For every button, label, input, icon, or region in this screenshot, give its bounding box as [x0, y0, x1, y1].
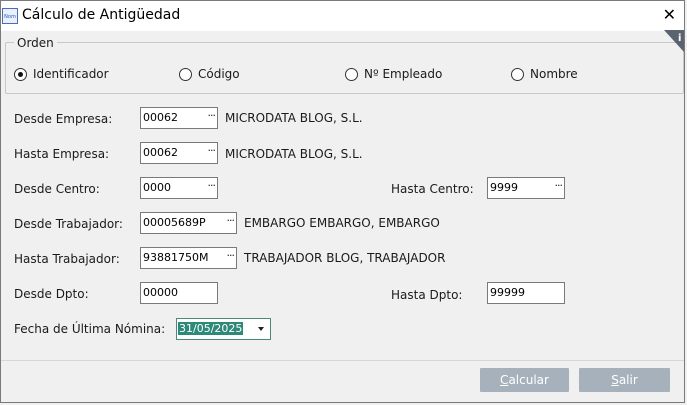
hasta-empresa-value: 00062 [143, 146, 178, 159]
chevron-down-icon[interactable] [258, 327, 264, 331]
desde-trabajador-field[interactable]: 00005689P ··· [140, 212, 237, 234]
orden-group: Orden i Identificador Código Nº Empleado… [5, 30, 684, 94]
radio-nombre-circle[interactable] [511, 67, 524, 81]
title-bar: Nom Cálculo de Antigüedad ✕ [1, 1, 684, 31]
salir-accelerator: S [611, 373, 619, 387]
hasta-trabajador-label: Hasta Trabajador: [14, 252, 120, 266]
desde-centro-label: Desde Centro: [14, 182, 100, 196]
footer-separator [1, 360, 684, 361]
window-title: Cálculo de Antigüedad [22, 7, 181, 23]
dialog-window: Nom Cálculo de Antigüedad ✕ Orden i Iden… [0, 0, 685, 403]
radio-codigo-label: Código [198, 67, 240, 81]
desde-trabajador-label: Desde Trabajador: [14, 217, 123, 231]
svg-text:i: i [678, 33, 681, 44]
desde-empresa-lookup-button[interactable]: ··· [208, 109, 216, 122]
radio-identificador[interactable]: Identificador [14, 67, 109, 81]
hasta-empresa-lookup-button[interactable]: ··· [208, 144, 216, 157]
hasta-centro-value: 9999 [490, 181, 518, 194]
hasta-empresa-field[interactable]: 00062 ··· [140, 142, 218, 164]
fecha-label: Fecha de Última Nómina: [14, 322, 166, 336]
hasta-empresa-label: Hasta Empresa: [14, 147, 110, 161]
salir-button[interactable]: Salir [579, 368, 670, 392]
desde-dpto-field[interactable]: 00000 [140, 282, 218, 304]
desde-trabajador-value: 00005689P [143, 216, 206, 229]
hasta-trabajador-field[interactable]: 93881750M ··· [140, 247, 237, 269]
radio-nombre-label: Nombre [530, 67, 578, 81]
desde-dpto-label: Desde Dpto: [14, 287, 89, 301]
radio-numero-empleado[interactable]: Nº Empleado [345, 67, 442, 81]
fecha-value: 31/05/2025 [178, 322, 244, 335]
fecha-date-picker[interactable]: 31/05/2025 [176, 318, 271, 340]
orden-legend: Orden [14, 36, 57, 50]
hasta-dpto-value: 99999 [490, 286, 525, 299]
desde-centro-field[interactable]: 0000 ··· [140, 177, 218, 199]
hasta-dpto-field[interactable]: 99999 [487, 282, 565, 304]
desde-dpto-value: 00000 [143, 286, 178, 299]
hasta-centro-label: Hasta Centro: [391, 182, 474, 196]
hasta-centro-field[interactable]: 9999 ··· [487, 177, 565, 199]
salir-label: alir [618, 373, 638, 387]
desde-empresa-label: Desde Empresa: [14, 112, 113, 126]
radio-identificador-label: Identificador [33, 67, 109, 81]
desde-empresa-desc: MICRODATA BLOG, S.L. [225, 111, 363, 125]
desde-empresa-value: 00062 [143, 111, 178, 124]
radio-nombre[interactable]: Nombre [511, 67, 578, 81]
info-icon[interactable]: i [664, 30, 684, 52]
desde-trabajador-lookup-button[interactable]: ··· [227, 214, 235, 227]
hasta-empresa-desc: MICRODATA BLOG, S.L. [225, 147, 363, 161]
desde-trabajador-desc: EMBARGO EMBARGO, EMBARGO [244, 216, 440, 230]
desde-centro-lookup-button[interactable]: ··· [208, 179, 216, 192]
calcular-button[interactable]: Calcular [480, 368, 569, 392]
radio-numero-empleado-circle[interactable] [345, 67, 358, 81]
desde-centro-value: 0000 [143, 181, 171, 194]
radio-codigo-circle[interactable] [179, 67, 192, 81]
hasta-trabajador-desc: TRABAJADOR BLOG, TRABAJADOR [244, 251, 446, 265]
hasta-dpto-label: Hasta Dpto: [391, 288, 463, 302]
app-icon: Nom [2, 8, 18, 24]
hasta-centro-lookup-button[interactable]: ··· [555, 179, 563, 192]
hasta-trabajador-lookup-button[interactable]: ··· [227, 249, 235, 262]
radio-codigo[interactable]: Código [179, 67, 240, 81]
radio-identificador-circle[interactable] [14, 67, 27, 81]
desde-empresa-field[interactable]: 00062 ··· [140, 107, 218, 129]
radio-numero-empleado-label: Nº Empleado [364, 67, 443, 81]
calcular-label: alcular [508, 373, 549, 387]
close-icon[interactable]: ✕ [663, 5, 676, 24]
hasta-trabajador-value: 93881750M [143, 251, 209, 264]
